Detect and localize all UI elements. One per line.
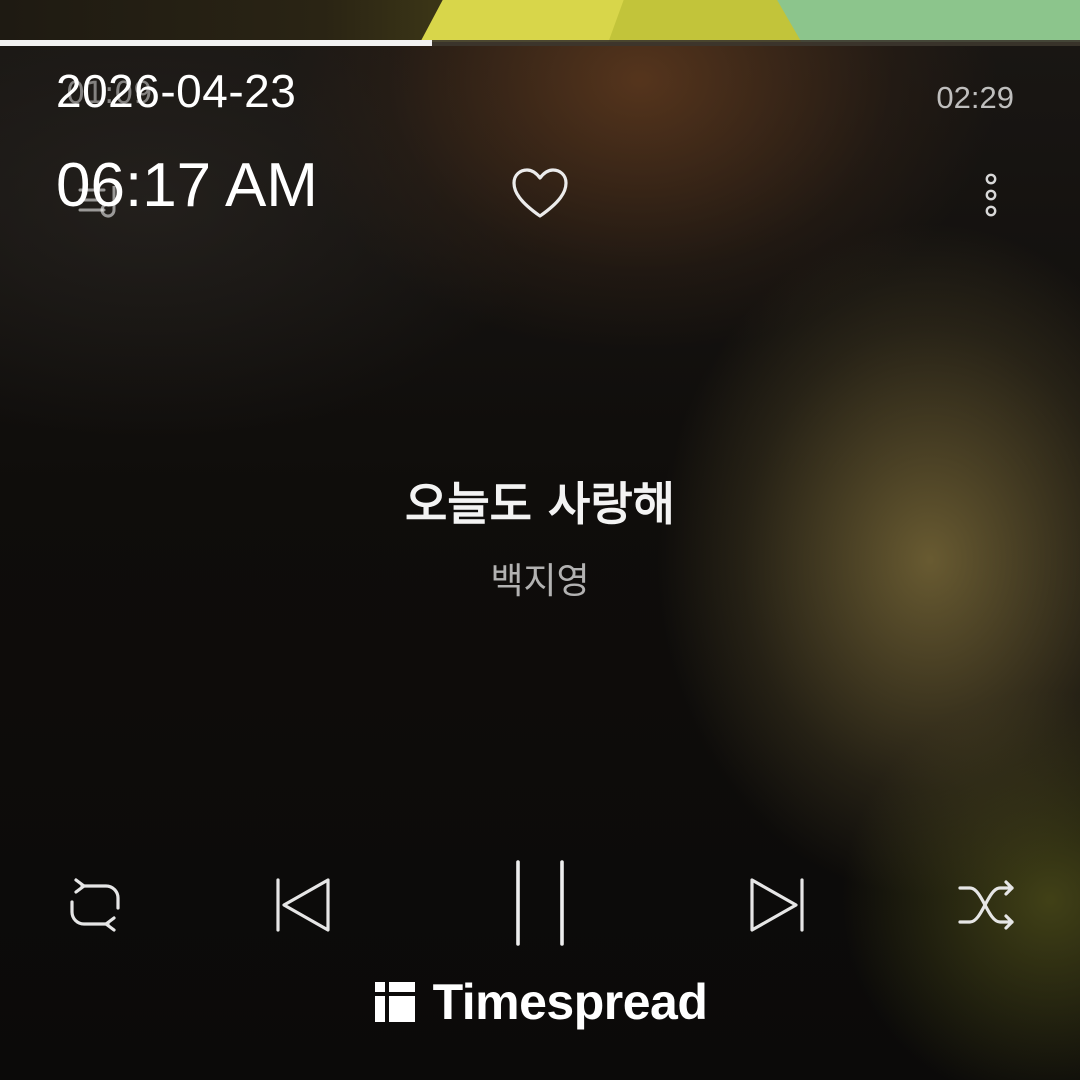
- watermark-brand-name: Timespread: [432, 974, 708, 1030]
- total-time: 02:29: [936, 80, 1014, 115]
- pause-icon[interactable]: [500, 856, 580, 952]
- watermark: Timespread: [0, 972, 1080, 1032]
- shuffle-icon[interactable]: [954, 872, 1020, 938]
- track-title: 오늘도 사랑해: [405, 477, 675, 531]
- skip-next-icon[interactable]: [742, 872, 812, 938]
- track-artist[interactable]: 백지영: [0, 552, 1080, 604]
- progress-bar[interactable]: [0, 40, 1080, 46]
- more-vertical-icon[interactable]: [976, 170, 1006, 220]
- heart-icon[interactable]: [510, 166, 570, 222]
- overlay-time: 06:17 AM: [56, 151, 318, 220]
- skip-previous-icon[interactable]: [268, 872, 338, 938]
- repeat-icon[interactable]: [62, 872, 128, 938]
- album-art-strip: [0, 0, 1080, 42]
- timespread-logo-icon: [374, 982, 415, 1022]
- overlay-date: 2026-04-23: [56, 65, 297, 117]
- progress-fill: [0, 40, 432, 46]
